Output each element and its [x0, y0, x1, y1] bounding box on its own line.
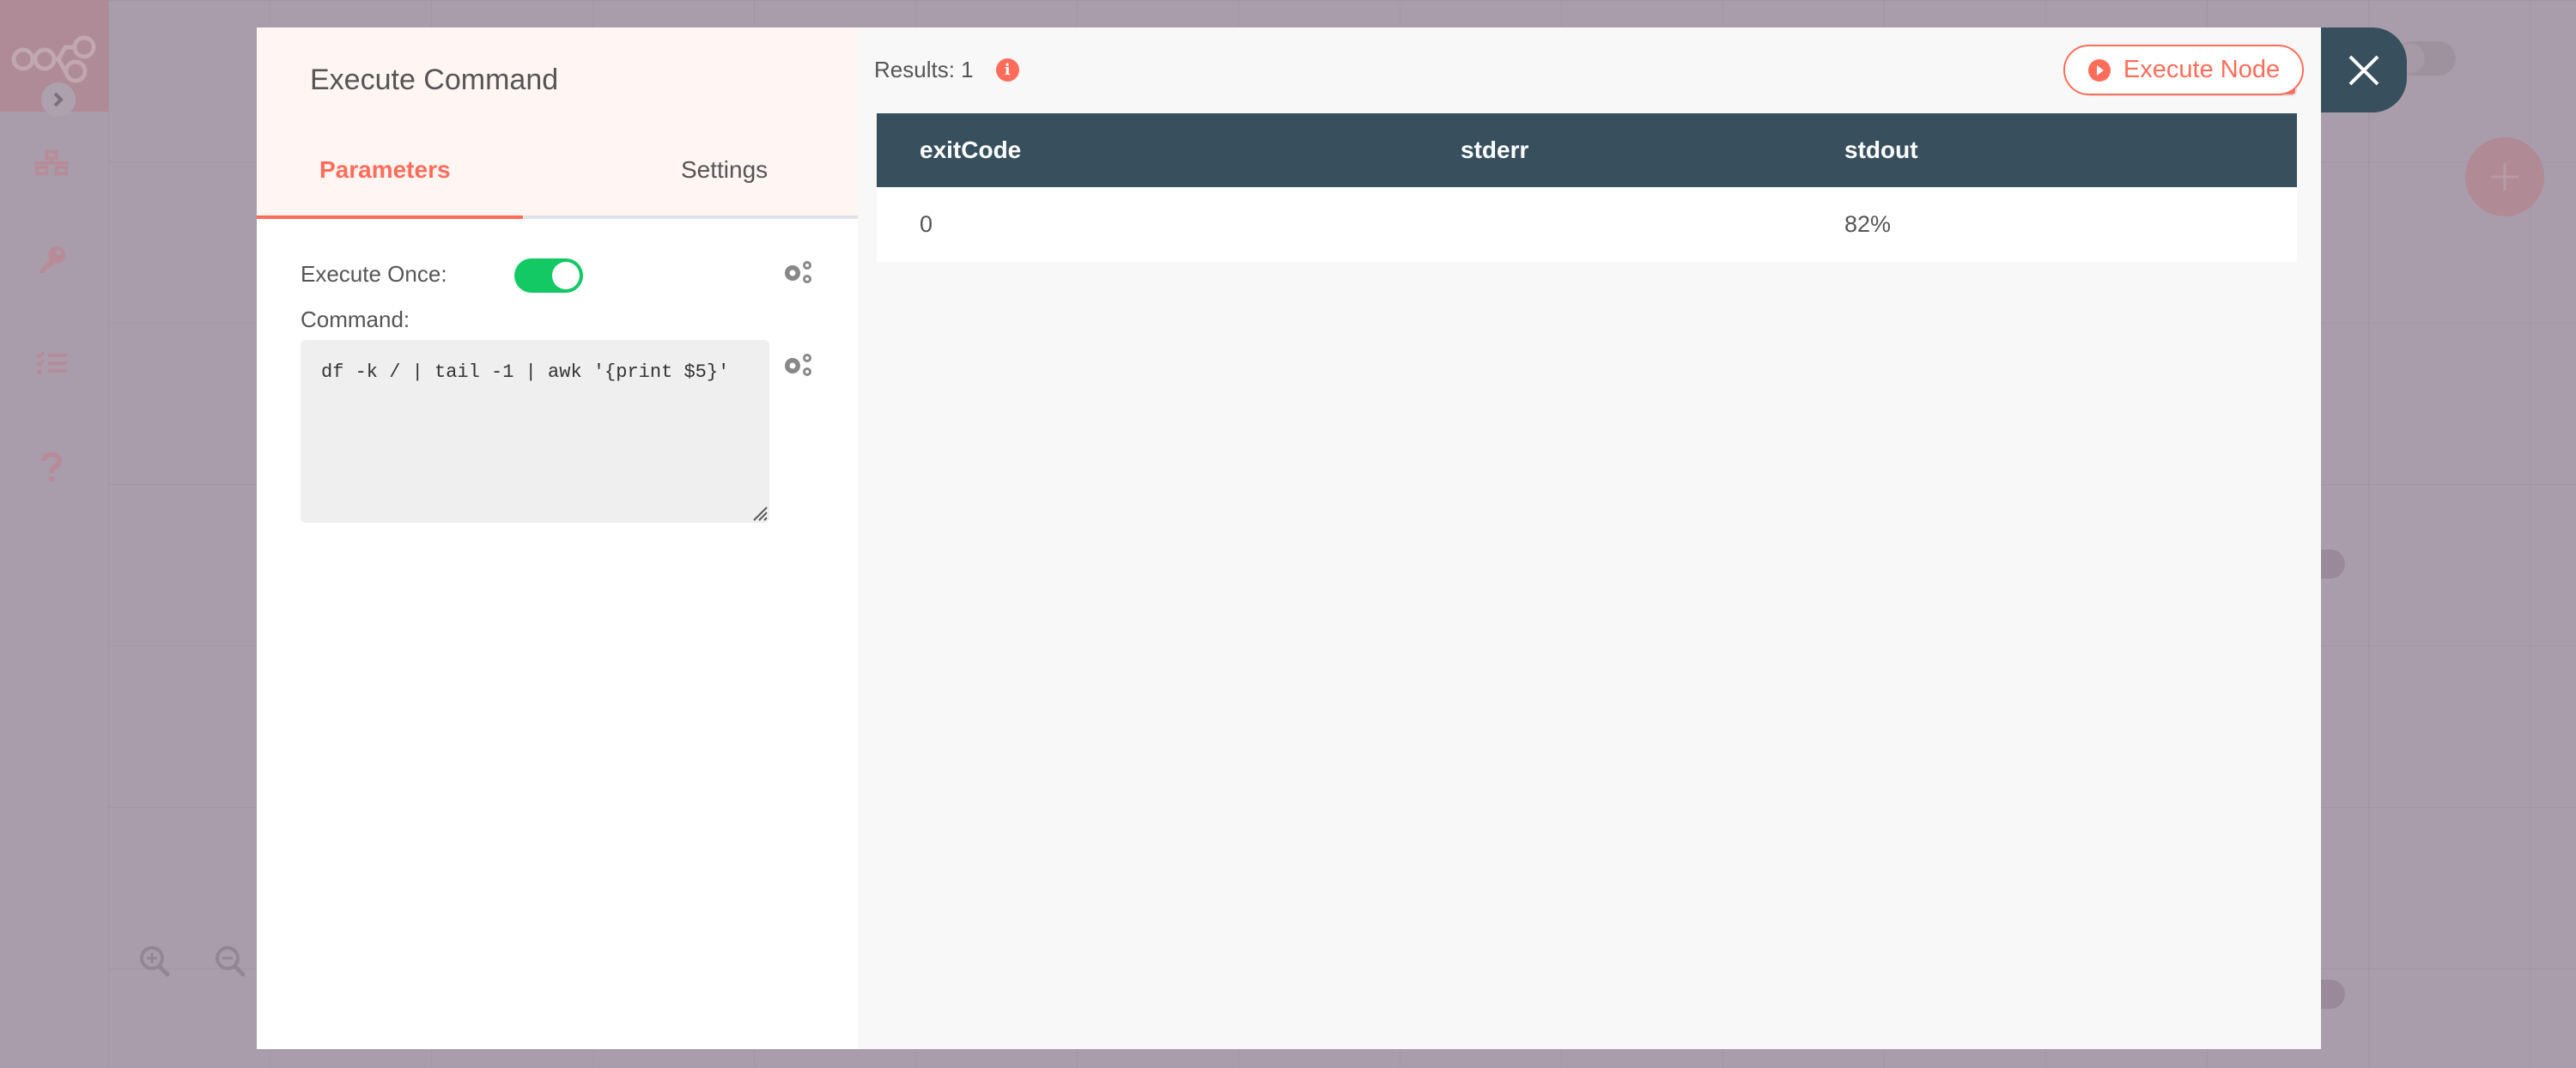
results-table: exitCode stderr stdout 0 82% — [877, 113, 2297, 262]
node-details-dialog: Execute Command Parameters Settings Exec… — [257, 27, 2321, 1049]
question-icon — [40, 452, 62, 482]
node-title[interactable]: Execute Command — [310, 64, 558, 97]
list-check-icon — [36, 351, 67, 374]
chevron-right-icon — [53, 92, 64, 107]
table-row: 0 82% — [877, 187, 2297, 262]
output-pane: Results: 1 i JSON Table Execute Node exi… — [858, 27, 2321, 1049]
sidebar-item-credentials[interactable] — [34, 242, 69, 276]
table-cell: 0 — [877, 187, 1418, 262]
sidebar-item-help[interactable] — [34, 450, 69, 484]
table-cell: 82% — [1801, 187, 2297, 262]
sidebar — [0, 0, 108, 1068]
zoom-in-icon — [140, 946, 170, 977]
network-icon — [34, 149, 69, 176]
command-label: Command: — [301, 306, 410, 332]
expand-sidebar-button[interactable] — [41, 82, 76, 117]
execute-once-toggle[interactable] — [514, 258, 583, 293]
tab-indicator — [257, 215, 858, 219]
node-tabs: Parameters Settings — [257, 156, 858, 219]
tab-settings[interactable]: Settings — [681, 156, 768, 184]
parameters-pane: Execute Command Parameters Settings Exec… — [257, 27, 858, 1049]
gears-icon — [785, 261, 811, 283]
execute-once-label: Execute Once: — [301, 261, 447, 287]
tab-parameters[interactable]: Parameters — [319, 156, 451, 184]
node-header: Execute Command Parameters Settings — [257, 27, 858, 219]
gears-icon — [785, 354, 811, 376]
execute-node-button[interactable]: Execute Node — [2063, 45, 2304, 95]
plus-icon — [2491, 163, 2518, 191]
column-header: stdout — [1801, 113, 2297, 187]
zoom-out-icon — [216, 946, 246, 977]
close-icon — [2348, 55, 2379, 85]
table-cell — [1418, 187, 1801, 262]
column-header: stderr — [1418, 113, 1801, 187]
sidebar-item-executions[interactable] — [34, 346, 69, 380]
sidebar-item-workflows[interactable] — [34, 146, 69, 180]
info-icon[interactable]: i — [995, 58, 1019, 82]
results-count: Results: 1 i — [874, 57, 1019, 83]
add-node-button — [2465, 137, 2544, 216]
execute-node-label: Execute Node — [2123, 56, 2281, 83]
command-input[interactable]: df -k / | tail -1 | awk '{print $5}' — [301, 340, 769, 523]
column-header: exitCode — [877, 113, 1418, 187]
resize-handle-icon[interactable] — [749, 502, 768, 521]
parameter-options-button[interactable] — [782, 260, 813, 284]
play-circle-icon — [2087, 58, 2111, 82]
table-header-row: exitCode stderr stdout — [877, 113, 2297, 187]
parameter-options-button[interactable] — [782, 353, 813, 377]
key-icon — [39, 246, 65, 273]
command-value: df -k / | tail -1 | awk '{print $5}' — [321, 361, 730, 383]
close-dialog-button[interactable] — [2321, 27, 2407, 112]
zoom-controls — [137, 944, 247, 979]
results-label: Results: 1 — [874, 57, 974, 82]
